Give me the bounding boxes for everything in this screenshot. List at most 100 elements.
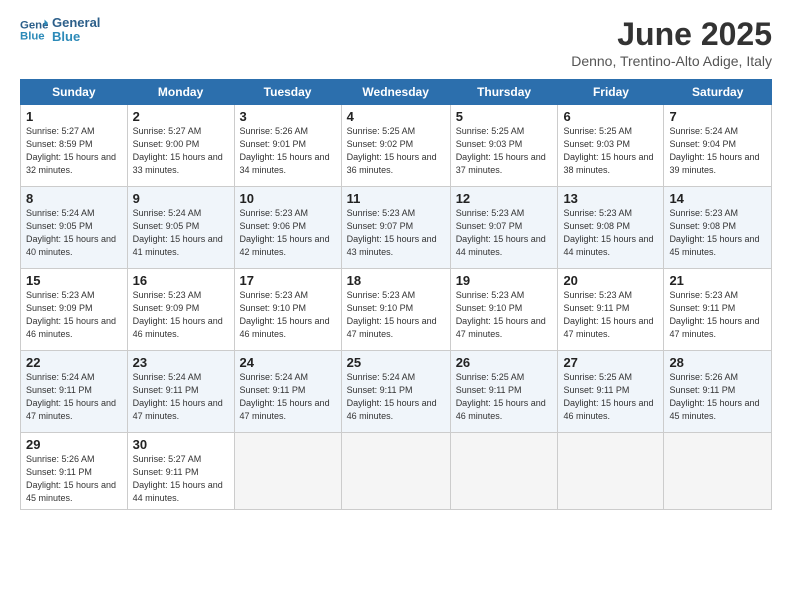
day-info: Sunrise: 5:23 AMSunset: 9:06 PMDaylight:…	[240, 207, 336, 259]
calendar-cell: 25Sunrise: 5:24 AMSunset: 9:11 PMDayligh…	[341, 351, 450, 433]
title-block: June 2025 Denno, Trentino-Alto Adige, It…	[571, 16, 772, 69]
calendar-cell	[450, 433, 558, 510]
page: General Blue General Blue June 2025 Denn…	[0, 0, 792, 612]
calendar-cell: 24Sunrise: 5:24 AMSunset: 9:11 PMDayligh…	[234, 351, 341, 433]
day-info: Sunrise: 5:23 AMSunset: 9:08 PMDaylight:…	[563, 207, 658, 259]
calendar-cell: 3Sunrise: 5:26 AMSunset: 9:01 PMDaylight…	[234, 105, 341, 187]
calendar-cell: 2Sunrise: 5:27 AMSunset: 9:00 PMDaylight…	[127, 105, 234, 187]
day-number: 14	[669, 191, 766, 206]
calendar-cell: 7Sunrise: 5:24 AMSunset: 9:04 PMDaylight…	[664, 105, 772, 187]
day-number: 6	[563, 109, 658, 124]
calendar-cell: 29Sunrise: 5:26 AMSunset: 9:11 PMDayligh…	[21, 433, 128, 510]
calendar-cell: 11Sunrise: 5:23 AMSunset: 9:07 PMDayligh…	[341, 187, 450, 269]
day-info: Sunrise: 5:26 AMSunset: 9:11 PMDaylight:…	[26, 453, 122, 505]
calendar-cell: 15Sunrise: 5:23 AMSunset: 9:09 PMDayligh…	[21, 269, 128, 351]
calendar-cell: 23Sunrise: 5:24 AMSunset: 9:11 PMDayligh…	[127, 351, 234, 433]
day-number: 27	[563, 355, 658, 370]
calendar-cell: 21Sunrise: 5:23 AMSunset: 9:11 PMDayligh…	[664, 269, 772, 351]
calendar-cell: 16Sunrise: 5:23 AMSunset: 9:09 PMDayligh…	[127, 269, 234, 351]
day-info: Sunrise: 5:24 AMSunset: 9:05 PMDaylight:…	[133, 207, 229, 259]
logo-text-line2: Blue	[52, 30, 100, 44]
svg-text:General: General	[20, 20, 48, 32]
day-number: 19	[456, 273, 553, 288]
calendar-week-row: 15Sunrise: 5:23 AMSunset: 9:09 PMDayligh…	[21, 269, 772, 351]
calendar-table: SundayMondayTuesdayWednesdayThursdayFrid…	[20, 79, 772, 510]
day-number: 16	[133, 273, 229, 288]
calendar-cell: 26Sunrise: 5:25 AMSunset: 9:11 PMDayligh…	[450, 351, 558, 433]
day-number: 10	[240, 191, 336, 206]
day-info: Sunrise: 5:24 AMSunset: 9:11 PMDaylight:…	[26, 371, 122, 423]
day-info: Sunrise: 5:26 AMSunset: 9:01 PMDaylight:…	[240, 125, 336, 177]
day-info: Sunrise: 5:25 AMSunset: 9:11 PMDaylight:…	[563, 371, 658, 423]
calendar-subtitle: Denno, Trentino-Alto Adige, Italy	[571, 53, 772, 69]
logo-icon: General Blue	[20, 16, 48, 44]
day-number: 4	[347, 109, 445, 124]
day-info: Sunrise: 5:25 AMSunset: 9:11 PMDaylight:…	[456, 371, 553, 423]
calendar-title: June 2025	[571, 16, 772, 53]
column-header-saturday: Saturday	[664, 80, 772, 105]
calendar-week-row: 1Sunrise: 5:27 AMSunset: 8:59 PMDaylight…	[21, 105, 772, 187]
calendar-cell: 22Sunrise: 5:24 AMSunset: 9:11 PMDayligh…	[21, 351, 128, 433]
day-number: 9	[133, 191, 229, 206]
calendar-cell: 14Sunrise: 5:23 AMSunset: 9:08 PMDayligh…	[664, 187, 772, 269]
day-info: Sunrise: 5:23 AMSunset: 9:10 PMDaylight:…	[456, 289, 553, 341]
calendar-week-row: 22Sunrise: 5:24 AMSunset: 9:11 PMDayligh…	[21, 351, 772, 433]
column-header-wednesday: Wednesday	[341, 80, 450, 105]
calendar-cell: 9Sunrise: 5:24 AMSunset: 9:05 PMDaylight…	[127, 187, 234, 269]
day-number: 23	[133, 355, 229, 370]
day-info: Sunrise: 5:24 AMSunset: 9:04 PMDaylight:…	[669, 125, 766, 177]
day-number: 17	[240, 273, 336, 288]
day-number: 1	[26, 109, 122, 124]
calendar-week-row: 29Sunrise: 5:26 AMSunset: 9:11 PMDayligh…	[21, 433, 772, 510]
day-number: 15	[26, 273, 122, 288]
day-info: Sunrise: 5:24 AMSunset: 9:11 PMDaylight:…	[347, 371, 445, 423]
column-header-friday: Friday	[558, 80, 664, 105]
calendar-cell	[664, 433, 772, 510]
day-number: 22	[26, 355, 122, 370]
day-number: 2	[133, 109, 229, 124]
day-number: 20	[563, 273, 658, 288]
column-header-monday: Monday	[127, 80, 234, 105]
calendar-cell: 17Sunrise: 5:23 AMSunset: 9:10 PMDayligh…	[234, 269, 341, 351]
day-number: 21	[669, 273, 766, 288]
day-info: Sunrise: 5:24 AMSunset: 9:05 PMDaylight:…	[26, 207, 122, 259]
day-number: 24	[240, 355, 336, 370]
calendar-cell	[234, 433, 341, 510]
day-number: 30	[133, 437, 229, 452]
day-number: 7	[669, 109, 766, 124]
column-header-sunday: Sunday	[21, 80, 128, 105]
day-info: Sunrise: 5:27 AMSunset: 9:00 PMDaylight:…	[133, 125, 229, 177]
day-info: Sunrise: 5:23 AMSunset: 9:10 PMDaylight:…	[240, 289, 336, 341]
calendar-header-row: SundayMondayTuesdayWednesdayThursdayFrid…	[21, 80, 772, 105]
day-number: 3	[240, 109, 336, 124]
day-info: Sunrise: 5:24 AMSunset: 9:11 PMDaylight:…	[240, 371, 336, 423]
column-header-tuesday: Tuesday	[234, 80, 341, 105]
calendar-week-row: 8Sunrise: 5:24 AMSunset: 9:05 PMDaylight…	[21, 187, 772, 269]
day-info: Sunrise: 5:23 AMSunset: 9:07 PMDaylight:…	[347, 207, 445, 259]
calendar-cell: 20Sunrise: 5:23 AMSunset: 9:11 PMDayligh…	[558, 269, 664, 351]
day-info: Sunrise: 5:27 AMSunset: 8:59 PMDaylight:…	[26, 125, 122, 177]
calendar-cell	[341, 433, 450, 510]
calendar-cell: 28Sunrise: 5:26 AMSunset: 9:11 PMDayligh…	[664, 351, 772, 433]
calendar-cell: 1Sunrise: 5:27 AMSunset: 8:59 PMDaylight…	[21, 105, 128, 187]
calendar-cell: 19Sunrise: 5:23 AMSunset: 9:10 PMDayligh…	[450, 269, 558, 351]
day-info: Sunrise: 5:23 AMSunset: 9:07 PMDaylight:…	[456, 207, 553, 259]
day-number: 12	[456, 191, 553, 206]
calendar-cell: 30Sunrise: 5:27 AMSunset: 9:11 PMDayligh…	[127, 433, 234, 510]
day-number: 5	[456, 109, 553, 124]
calendar-cell: 13Sunrise: 5:23 AMSunset: 9:08 PMDayligh…	[558, 187, 664, 269]
day-info: Sunrise: 5:23 AMSunset: 9:10 PMDaylight:…	[347, 289, 445, 341]
calendar-cell: 10Sunrise: 5:23 AMSunset: 9:06 PMDayligh…	[234, 187, 341, 269]
day-number: 26	[456, 355, 553, 370]
logo-text-line1: General	[52, 16, 100, 30]
calendar-cell	[558, 433, 664, 510]
calendar-cell: 8Sunrise: 5:24 AMSunset: 9:05 PMDaylight…	[21, 187, 128, 269]
day-number: 8	[26, 191, 122, 206]
day-info: Sunrise: 5:27 AMSunset: 9:11 PMDaylight:…	[133, 453, 229, 505]
day-info: Sunrise: 5:25 AMSunset: 9:03 PMDaylight:…	[456, 125, 553, 177]
day-number: 11	[347, 191, 445, 206]
calendar-cell: 6Sunrise: 5:25 AMSunset: 9:03 PMDaylight…	[558, 105, 664, 187]
day-info: Sunrise: 5:25 AMSunset: 9:03 PMDaylight:…	[563, 125, 658, 177]
calendar-cell: 4Sunrise: 5:25 AMSunset: 9:02 PMDaylight…	[341, 105, 450, 187]
day-info: Sunrise: 5:25 AMSunset: 9:02 PMDaylight:…	[347, 125, 445, 177]
